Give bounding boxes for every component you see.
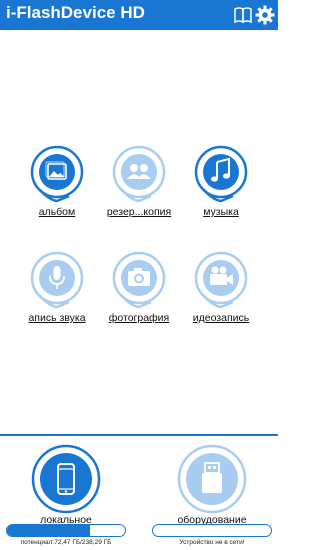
hardware-status-caption: Устройство не в сети!	[179, 539, 245, 546]
tile-photo[interactable]: фотография	[94, 250, 184, 324]
local-storage-caption: потенциал:72,47 ГБ/238,29 ГБ	[20, 539, 112, 546]
tile-label: фотография	[108, 312, 170, 324]
music-note-icon	[194, 145, 248, 203]
tile-label: альбом	[38, 206, 76, 218]
tile-label: резер...копия	[106, 206, 172, 218]
local-device-button[interactable]: локальное	[6, 444, 126, 526]
app-header: i-FlashDevice HD	[0, 0, 278, 30]
microphone-icon	[30, 251, 84, 309]
smartphone-icon	[31, 444, 101, 514]
video-camera-icon	[194, 251, 248, 309]
device-panel: локальное оборудование потенциал:72,47 Г…	[0, 434, 278, 550]
tile-sound-recording[interactable]: апись звука	[12, 250, 102, 324]
hardware-device-button[interactable]: оборудование	[152, 444, 272, 526]
hardware-storage-bar	[152, 524, 272, 537]
book-icon[interactable]	[232, 4, 254, 26]
flash-drive-icon	[177, 444, 247, 514]
tile-album[interactable]: альбом	[12, 144, 102, 218]
gear-icon[interactable]	[254, 4, 276, 26]
tile-music[interactable]: музыка	[176, 144, 266, 218]
local-storage-bar	[6, 524, 126, 537]
tile-video[interactable]: идеозапись	[176, 250, 266, 324]
tile-label: музыка	[203, 206, 239, 218]
local-storage-fill	[7, 525, 90, 536]
camera-icon	[112, 251, 166, 309]
tile-label: апись звука	[28, 312, 86, 324]
photo-album-icon	[30, 145, 84, 203]
backup-people-icon	[112, 145, 166, 203]
tile-label: идеозапись	[192, 312, 250, 324]
app-title: i-FlashDevice HD	[6, 3, 145, 22]
tile-backup[interactable]: резер...копия	[94, 144, 184, 218]
